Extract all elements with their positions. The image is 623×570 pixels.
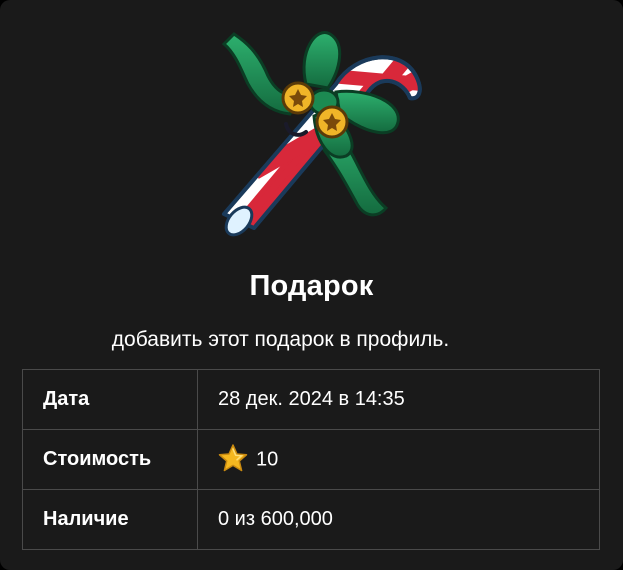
candy-cane-sticker-icon: [221, 31, 422, 237]
cost-cell: 10: [197, 429, 600, 490]
gift-info-sheet: Подарок добавить этот подарок в профиль.…: [0, 0, 623, 570]
gift-title: Подарок: [249, 270, 374, 302]
availability-value: 0 из 600,000: [197, 489, 600, 550]
date-label: Дата: [22, 369, 198, 430]
gift-description: добавить этот подарок в профиль.: [111, 328, 450, 351]
availability-label: Наличие: [22, 489, 198, 550]
cost-label: Стоимость: [22, 429, 198, 490]
table-row-cost: Стоимость 10: [22, 429, 600, 490]
table-row-date: Дата 28 дек. 2024 в 14:35: [22, 369, 600, 430]
date-value: 28 дек. 2024 в 14:35: [197, 369, 600, 430]
table-row-availability: Наличие 0 из 600,000: [22, 489, 600, 550]
cost-value: 10: [256, 447, 279, 470]
gift-details-table: Дата 28 дек. 2024 в 14:35 Стоимость 10 Н…: [22, 369, 600, 550]
star-icon: [218, 443, 248, 471]
